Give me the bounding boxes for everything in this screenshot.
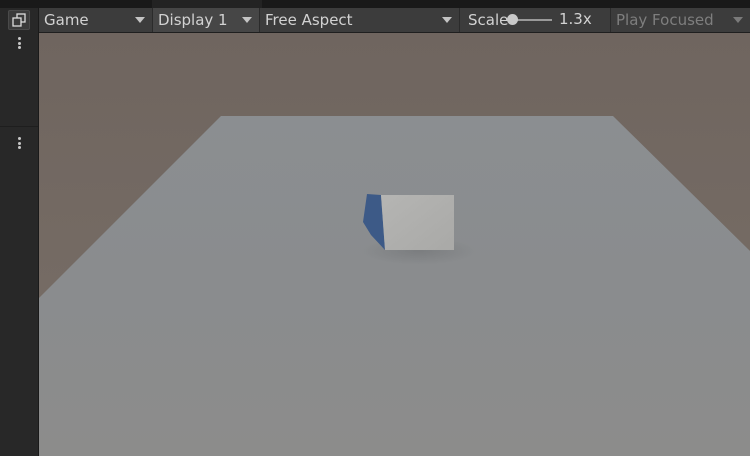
view-type-dropdown[interactable]: Game bbox=[39, 8, 153, 32]
maximize-window-button[interactable] bbox=[8, 10, 30, 30]
game-viewport[interactable] bbox=[39, 33, 750, 456]
left-side-panel bbox=[0, 8, 39, 456]
triangle-down-icon bbox=[135, 17, 145, 23]
vertical-ellipsis-icon bbox=[17, 37, 21, 40]
scale-control: Scale 1.3x bbox=[460, 8, 611, 32]
view-type-label: Game bbox=[44, 11, 89, 29]
triangle-down-icon bbox=[733, 17, 743, 23]
scene-render bbox=[39, 116, 750, 456]
vertical-ellipsis-icon bbox=[17, 137, 21, 140]
aspect-label: Free Aspect bbox=[265, 11, 353, 29]
cube-front-face bbox=[381, 195, 454, 250]
aspect-ratio-dropdown[interactable]: Free Aspect bbox=[260, 8, 460, 32]
editor-top-strip bbox=[0, 0, 750, 8]
scale-value: 1.3x bbox=[559, 10, 592, 28]
play-mode-label: Play Focused bbox=[616, 11, 714, 29]
tab-highlight bbox=[152, 0, 262, 8]
scale-slider-handle[interactable] bbox=[507, 14, 518, 25]
panel-more-options-button-2[interactable] bbox=[16, 135, 22, 151]
triangle-down-icon bbox=[442, 17, 452, 23]
maximize-window-icon bbox=[12, 13, 26, 27]
display-dropdown[interactable]: Display 1 bbox=[153, 8, 260, 32]
panel-divider bbox=[0, 126, 38, 127]
play-mode-dropdown[interactable]: Play Focused bbox=[611, 8, 750, 32]
game-view-toolbar: Game Display 1 Free Aspect Scale 1.3x Pl… bbox=[39, 8, 750, 33]
display-label: Display 1 bbox=[158, 11, 228, 29]
panel-more-options-button[interactable] bbox=[16, 35, 22, 51]
scale-label: Scale bbox=[468, 11, 509, 29]
triangle-down-icon bbox=[242, 17, 252, 23]
ground-plane bbox=[39, 116, 750, 456]
